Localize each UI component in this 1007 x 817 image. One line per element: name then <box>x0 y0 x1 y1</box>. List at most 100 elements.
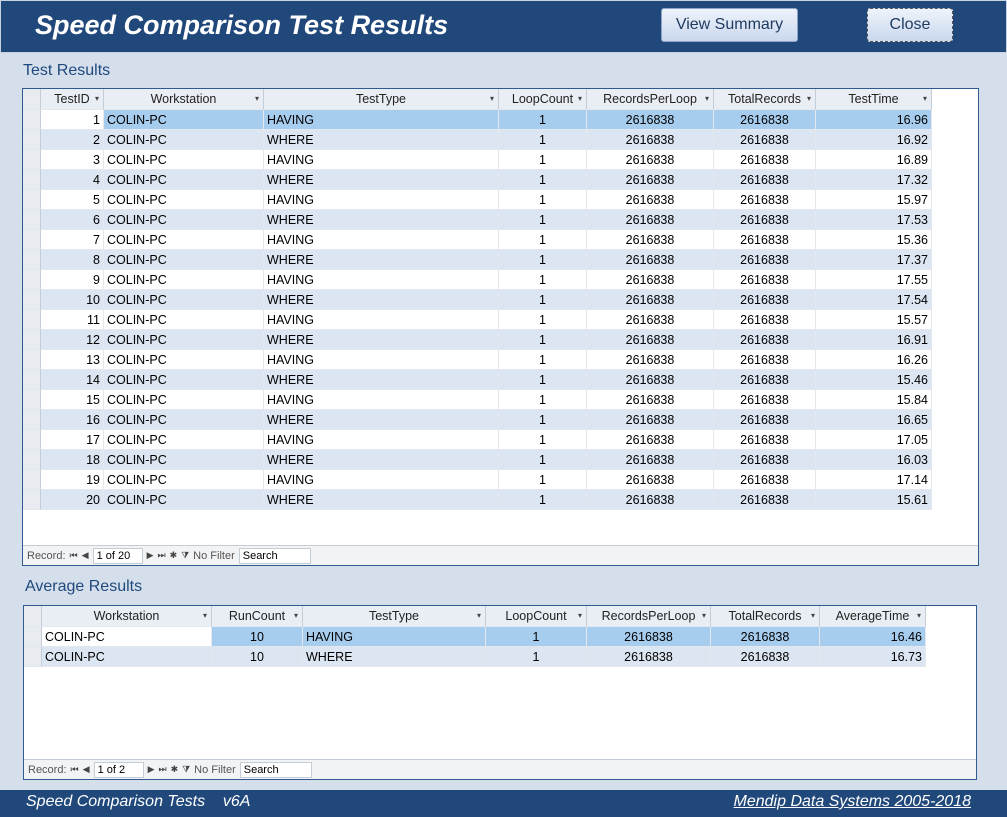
cell-loopcount[interactable]: 1 <box>499 150 587 170</box>
cell-workstation[interactable]: COLIN-PC <box>104 210 264 230</box>
cell-testid[interactable]: 20 <box>41 490 104 510</box>
cell-testid[interactable]: 14 <box>41 370 104 390</box>
table-row[interactable]: 10 COLIN-PC WHERE 1 2616838 2616838 17.54 <box>23 290 932 310</box>
cell-testtype[interactable]: HAVING <box>264 430 499 450</box>
cell-testtime[interactable]: 16.89 <box>816 150 932 170</box>
cell-testid[interactable]: 16 <box>41 410 104 430</box>
dropdown-arrow-icon[interactable]: ▾ <box>917 606 921 626</box>
cell-testtime[interactable]: 15.36 <box>816 230 932 250</box>
dropdown-arrow-icon[interactable]: ▾ <box>294 606 298 626</box>
cell-workstation[interactable]: COLIN-PC <box>104 230 264 250</box>
cell-testid[interactable]: 9 <box>41 270 104 290</box>
previous-record-icon[interactable]: ◀ <box>83 764 90 775</box>
cell-recordsperloop[interactable]: 2616838 <box>587 170 714 190</box>
table-row[interactable]: 13 COLIN-PC HAVING 1 2616838 2616838 16.26 <box>23 350 932 370</box>
cell-loopcount[interactable]: 1 <box>499 450 587 470</box>
cell-testtime[interactable]: 16.91 <box>816 330 932 350</box>
cell-recordsperloop[interactable]: 2616838 <box>587 330 714 350</box>
cell-testtime[interactable]: 17.53 <box>816 210 932 230</box>
cell-recordsperloop[interactable]: 2616838 <box>587 310 714 330</box>
cell-recordsperloop[interactable]: 2616838 <box>587 210 714 230</box>
cell-recordsperloop[interactable]: 2616838 <box>587 290 714 310</box>
dropdown-arrow-icon[interactable]: ▾ <box>578 606 582 626</box>
cell-testtype[interactable]: WHERE <box>264 170 499 190</box>
cell-testid[interactable]: 18 <box>41 450 104 470</box>
cell-testtype[interactable]: WHERE <box>264 370 499 390</box>
cell-testtype[interactable]: HAVING <box>303 627 486 647</box>
column-header-testid[interactable]: TestID ▾ <box>41 89 104 110</box>
cell-runcount[interactable]: 10 <box>212 647 303 667</box>
column-header-recordsperloop[interactable]: RecordsPerLoop ▾ <box>587 89 714 110</box>
cell-totalrecords[interactable]: 2616838 <box>714 310 816 330</box>
cell-runcount[interactable]: 10 <box>212 627 303 647</box>
cell-testtype[interactable]: WHERE <box>264 250 499 270</box>
cell-recordsperloop[interactable]: 2616838 <box>587 450 714 470</box>
row-selector[interactable] <box>23 470 41 490</box>
cell-recordsperloop[interactable]: 2616838 <box>587 410 714 430</box>
cell-totalrecords[interactable]: 2616838 <box>714 330 816 350</box>
cell-workstation[interactable]: COLIN-PC <box>104 110 264 130</box>
cell-testtype[interactable]: HAVING <box>264 110 499 130</box>
cell-totalrecords[interactable]: 2616838 <box>714 190 816 210</box>
table-row[interactable]: COLIN-PC 10 WHERE 1 2616838 2616838 16.73 <box>24 647 926 667</box>
cell-testid[interactable]: 5 <box>41 190 104 210</box>
no-filter-button[interactable]: No Filter <box>194 764 236 776</box>
row-selector[interactable] <box>24 647 42 667</box>
cell-loopcount[interactable]: 1 <box>499 250 587 270</box>
cell-recordsperloop[interactable]: 2616838 <box>587 390 714 410</box>
average-results-datasheet[interactable]: Workstation ▾ RunCount ▾ TestType ▾ LoopCount ▾… <box>23 605 977 780</box>
cell-recordsperloop[interactable]: 2616838 <box>587 490 714 510</box>
table-row[interactable]: 20 COLIN-PC WHERE 1 2616838 2616838 15.61 <box>23 490 932 510</box>
table-row[interactable]: 15 COLIN-PC HAVING 1 2616838 2616838 15.84 <box>23 390 932 410</box>
cell-testtime[interactable]: 15.97 <box>816 190 932 210</box>
cell-testid[interactable]: 13 <box>41 350 104 370</box>
table-row[interactable]: 18 COLIN-PC WHERE 1 2616838 2616838 16.03 <box>23 450 932 470</box>
next-record-icon[interactable]: ▶ <box>147 550 154 561</box>
cell-testtime[interactable]: 16.03 <box>816 450 932 470</box>
cell-testtime[interactable]: 17.37 <box>816 250 932 270</box>
cell-loopcount[interactable]: 1 <box>499 390 587 410</box>
select-all-corner[interactable] <box>23 89 41 110</box>
table-row[interactable]: 5 COLIN-PC HAVING 1 2616838 2616838 15.97 <box>23 190 932 210</box>
cell-workstation[interactable]: COLIN-PC <box>104 350 264 370</box>
view-summary-button[interactable]: View Summary <box>661 8 798 42</box>
dropdown-arrow-icon[interactable]: ▾ <box>490 89 494 109</box>
cell-totalrecords[interactable]: 2616838 <box>714 350 816 370</box>
cell-recordsperloop[interactable]: 2616838 <box>587 470 714 490</box>
column-header-recordsperloop[interactable]: RecordsPerLoop ▾ <box>587 606 711 627</box>
column-header-totalrecords[interactable]: TotalRecords ▾ <box>714 89 816 110</box>
row-selector[interactable] <box>23 170 41 190</box>
table-row[interactable]: COLIN-PC 10 HAVING 1 2616838 2616838 16.46 <box>24 627 926 647</box>
row-selector[interactable] <box>23 130 41 150</box>
row-selector[interactable] <box>23 230 41 250</box>
row-selector[interactable] <box>23 410 41 430</box>
cell-recordsperloop[interactable]: 2616838 <box>587 647 711 667</box>
cell-loopcount[interactable]: 1 <box>499 350 587 370</box>
cell-workstation[interactable]: COLIN-PC <box>42 627 212 647</box>
cell-testid[interactable]: 12 <box>41 330 104 350</box>
cell-testid[interactable]: 10 <box>41 290 104 310</box>
column-header-testtime[interactable]: TestTime ▾ <box>816 89 932 110</box>
table-row[interactable]: 8 COLIN-PC WHERE 1 2616838 2616838 17.37 <box>23 250 932 270</box>
cell-testtype[interactable]: WHERE <box>264 130 499 150</box>
cell-loopcount[interactable]: 1 <box>499 130 587 150</box>
table-row[interactable]: 7 COLIN-PC HAVING 1 2616838 2616838 15.36 <box>23 230 932 250</box>
cell-recordsperloop[interactable]: 2616838 <box>587 627 711 647</box>
cell-testtime[interactable]: 16.26 <box>816 350 932 370</box>
cell-workstation[interactable]: COLIN-PC <box>104 490 264 510</box>
cell-testtime[interactable]: 16.92 <box>816 130 932 150</box>
cell-testid[interactable]: 15 <box>41 390 104 410</box>
cell-testid[interactable]: 19 <box>41 470 104 490</box>
cell-totalrecords[interactable]: 2616838 <box>714 110 816 130</box>
test-results-datasheet[interactable]: TestID ▾ Workstation ▾ TestType ▾ LoopCount ▾ Re… <box>22 88 979 566</box>
cell-totalrecords[interactable]: 2616838 <box>714 430 816 450</box>
row-selector[interactable] <box>23 350 41 370</box>
cell-loopcount[interactable]: 1 <box>499 190 587 210</box>
row-selector[interactable] <box>24 627 42 647</box>
cell-testid[interactable]: 3 <box>41 150 104 170</box>
column-header-workstation[interactable]: Workstation ▾ <box>104 89 264 110</box>
cell-totalrecords[interactable]: 2616838 <box>714 490 816 510</box>
table-row[interactable]: 14 COLIN-PC WHERE 1 2616838 2616838 15.46 <box>23 370 932 390</box>
dropdown-arrow-icon[interactable]: ▾ <box>702 606 706 626</box>
cell-testtime[interactable]: 17.54 <box>816 290 932 310</box>
